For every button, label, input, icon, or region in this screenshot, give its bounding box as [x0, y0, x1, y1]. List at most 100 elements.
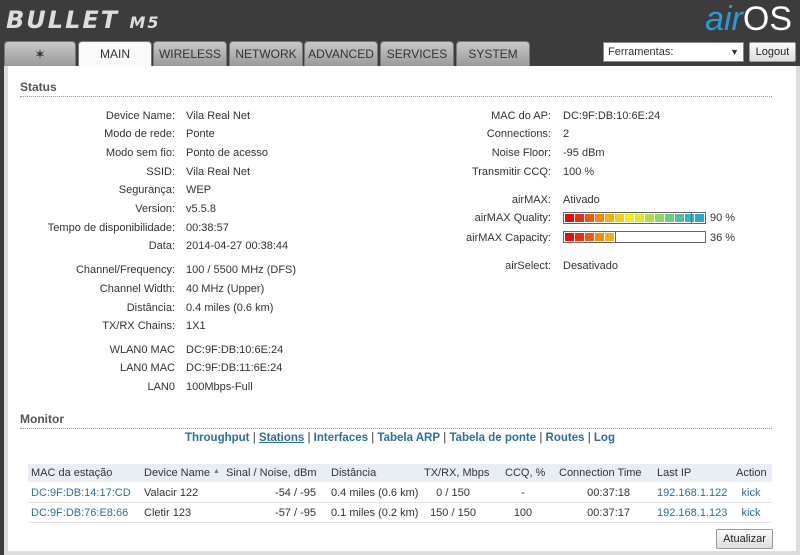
- tab-services[interactable]: SERVICES: [380, 41, 454, 66]
- tab-home[interactable]: ✶: [4, 41, 76, 66]
- status-value: 2014-04-27 00:38:44: [186, 240, 289, 252]
- bar-segment: [605, 214, 614, 222]
- table-row: [28, 502, 772, 503]
- bar-segment: [605, 233, 614, 241]
- status-label: Distância:: [126, 302, 175, 314]
- separator: |: [249, 432, 259, 444]
- monitor-link-stations[interactable]: Stations: [259, 432, 304, 444]
- station-mac-link[interactable]: DC:9F:DB:14:17:CD: [31, 487, 131, 499]
- bar-segment: [575, 214, 584, 222]
- status-label: SSID:: [146, 166, 175, 178]
- bar-segment: [655, 214, 664, 222]
- column-header[interactable]: Sinal / Noise, dBm: [226, 467, 316, 479]
- bar-segment: [565, 214, 574, 222]
- monitor-nav: Throughput | Stations | Interfaces | Tab…: [0, 432, 800, 444]
- cell: 100: [513, 507, 533, 519]
- status-value: -95 dBm: [563, 147, 605, 159]
- bar-segment: [685, 214, 694, 222]
- status-label: Channel Width:: [99, 283, 175, 295]
- status-value: DC:9F:DB:10:6E:24: [563, 110, 661, 122]
- tab-system[interactable]: SYSTEM: [456, 41, 530, 66]
- bar-segment: [595, 233, 604, 241]
- status-label: TX/RX Chains:: [102, 320, 175, 332]
- status-label: Channel/Frequency:: [75, 264, 175, 276]
- status-value: Ponto de acesso: [186, 147, 268, 159]
- cell: 0 / 150: [436, 487, 470, 499]
- product-logo: BULLET M5: [6, 6, 161, 34]
- column-header[interactable]: Distância: [331, 467, 376, 479]
- monitor-link-throughput[interactable]: Throughput: [185, 432, 250, 444]
- airmax-capacity-bar: [563, 231, 706, 243]
- column-header[interactable]: CCQ, %: [505, 467, 545, 479]
- tab-wireless[interactable]: WIRELESS: [153, 41, 227, 66]
- status-label: Version:: [135, 203, 175, 215]
- ubiquiti-logo-icon: ✶: [34, 46, 46, 62]
- last-ip-link[interactable]: 192.168.1.123: [657, 507, 727, 519]
- bar-segment: [695, 214, 704, 222]
- bar-segment: [675, 214, 684, 222]
- separator: |: [368, 432, 378, 444]
- status-value: 00:38:57: [186, 222, 229, 234]
- sort-ascending-icon: ▲: [213, 468, 220, 475]
- column-header[interactable]: TX/RX, Mbps: [424, 467, 489, 479]
- status-label: LAN0 MAC: [119, 362, 175, 374]
- status-value: Desativado: [563, 260, 619, 272]
- status-label: airMAX:: [511, 194, 551, 206]
- status-label: Segurança:: [118, 184, 175, 196]
- bar-segment: [595, 214, 604, 222]
- monitor-link-interfaces[interactable]: Interfaces: [314, 432, 368, 444]
- cell: Valacir 122: [144, 487, 199, 499]
- separator: |: [584, 432, 594, 444]
- status-value: DC:9F:DB:10:6E:24: [186, 344, 284, 356]
- status-label: airMAX Capacity:: [466, 232, 551, 244]
- column-header[interactable]: Action: [736, 467, 767, 479]
- cell: -: [521, 487, 525, 499]
- column-header[interactable]: Device Name: [144, 467, 210, 479]
- status-label: Data:: [148, 240, 175, 252]
- table-row: [28, 522, 772, 523]
- monitor-link-tabela-de-ponte[interactable]: Tabela de ponte: [449, 432, 536, 444]
- status-value: 36 %: [710, 232, 736, 244]
- bar-segment: [585, 214, 594, 222]
- monitor-section-title: Monitor: [20, 412, 772, 429]
- cell: -54 / -95: [275, 487, 316, 499]
- status-value: Ponte: [186, 128, 215, 140]
- bar-segment: [665, 214, 674, 222]
- bar-segment: [625, 214, 634, 222]
- column-header[interactable]: Last IP: [657, 467, 691, 479]
- refresh-button[interactable]: Atualizar: [716, 529, 773, 549]
- column-header[interactable]: Connection Time: [559, 467, 642, 479]
- bar-segment: [645, 214, 654, 222]
- station-mac-link[interactable]: DC:9F:DB:76:E8:66: [31, 507, 128, 519]
- tab-advanced[interactable]: ADVANCED: [304, 41, 378, 66]
- monitor-link-log[interactable]: Log: [594, 432, 615, 444]
- chevron-down-icon: ▼: [730, 47, 739, 57]
- monitor-link-tabela-arp[interactable]: Tabela ARP: [377, 432, 440, 444]
- separator: |: [304, 432, 314, 444]
- last-ip-link[interactable]: 192.168.1.122: [657, 487, 727, 499]
- monitor-link-routes[interactable]: Routes: [546, 432, 585, 444]
- tab-network[interactable]: NETWORK: [229, 41, 303, 66]
- cell: -57 / -95: [275, 507, 316, 519]
- tab-main[interactable]: MAIN: [78, 41, 152, 67]
- kick-link[interactable]: kick: [736, 487, 766, 499]
- status-label: airMAX Quality:: [474, 212, 551, 224]
- logout-button[interactable]: Logout: [749, 42, 796, 62]
- tools-dropdown[interactable]: Ferramentas: ▼: [603, 42, 744, 62]
- bar-marker: [691, 213, 692, 223]
- status-label: WLAN0 MAC: [109, 344, 175, 356]
- status-value: 2: [563, 128, 570, 140]
- bar-segment: [615, 214, 624, 222]
- bar-segment: [575, 233, 584, 241]
- status-value: 40 MHz (Upper): [186, 283, 265, 295]
- column-header[interactable]: MAC da estação: [31, 467, 112, 479]
- separator: |: [536, 432, 546, 444]
- status-label: Modo sem fio:: [105, 147, 175, 159]
- status-label: Connections:: [486, 128, 551, 140]
- kick-link[interactable]: kick: [736, 507, 766, 519]
- status-value: 90 %: [710, 212, 736, 224]
- status-value: Ativado: [563, 194, 600, 206]
- cell: 00:37:18: [587, 487, 630, 499]
- status-label: LAN0: [147, 381, 175, 393]
- status-section-title: Status: [20, 80, 772, 97]
